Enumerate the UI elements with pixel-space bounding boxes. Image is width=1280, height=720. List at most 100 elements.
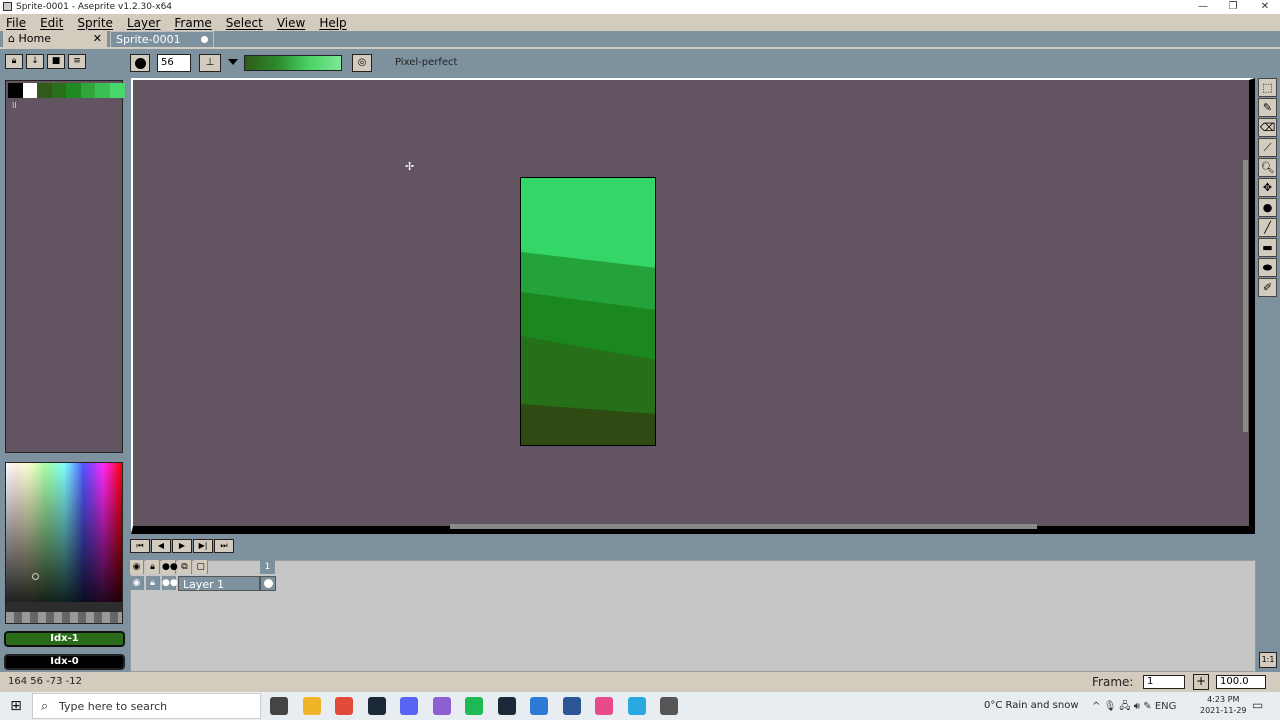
clock[interactable]: 4:23 PM 2021-11-29: [1200, 694, 1247, 716]
frame-header[interactable]: 1: [260, 560, 275, 574]
background-color-button[interactable]: Idx-0: [4, 654, 125, 670]
taskbar-app-icon[interactable]: [530, 697, 548, 715]
palette-swatch[interactable]: [22, 83, 38, 98]
maximize-button[interactable]: ❐: [1218, 0, 1248, 14]
line-icon[interactable]: ╱: [1258, 218, 1277, 237]
layer-continuous-icon[interactable]: ●●: [162, 576, 178, 590]
tray-icons[interactable]: 🎙︎ 🖧 🔊︎ ✎: [1104, 701, 1155, 712]
tray-chevron-icon[interactable]: ^: [1092, 701, 1104, 712]
taskbar-app-icon[interactable]: [465, 697, 483, 715]
layer-name[interactable]: Layer 1: [178, 576, 260, 591]
vertical-scrollbar[interactable]: [1243, 160, 1248, 432]
menu-edit[interactable]: Edit: [40, 16, 63, 30]
windows-start-icon[interactable]: ⊞: [0, 692, 32, 720]
square-icon[interactable]: ■: [47, 54, 65, 69]
taskbar-app-icon[interactable]: [497, 697, 516, 715]
title-bar: Sprite-0001 - Aseprite v1.2.30-x64 — ❐ ✕: [0, 0, 1280, 14]
blur-icon[interactable]: ✐: [1258, 278, 1277, 297]
taskbar-app-icon[interactable]: [367, 697, 386, 715]
canvas-editor[interactable]: [131, 78, 1255, 534]
play-icon[interactable]: ▶: [172, 539, 192, 553]
sprite-image[interactable]: [520, 177, 656, 446]
arrow-down-icon[interactable]: ↓: [26, 54, 44, 69]
zoom-reset-button[interactable]: 1:1: [1259, 652, 1277, 668]
continuous-header-icon[interactable]: ●●: [162, 560, 178, 574]
frame-field[interactable]: 1: [1143, 675, 1185, 689]
layer-lock-icon[interactable]: 🔒︎: [146, 576, 160, 590]
horizontal-scrollbar[interactable]: [450, 524, 1037, 529]
alpha-slider[interactable]: [6, 612, 122, 623]
menu-sprite[interactable]: Sprite: [77, 16, 113, 30]
tab-sprite[interactable]: Sprite-0001: [110, 31, 214, 47]
menu-file[interactable]: File: [6, 16, 26, 30]
palette-swatch[interactable]: [80, 83, 96, 98]
taskbar-app-icon[interactable]: [400, 697, 418, 715]
pixel-perfect-checkbox[interactable]: [381, 59, 389, 67]
color-spectrum[interactable]: [5, 462, 123, 624]
language-indicator[interactable]: ENG: [1155, 701, 1177, 712]
layer-visibility-icon[interactable]: ◉: [130, 576, 144, 590]
next-frame-icon[interactable]: ▶|: [193, 539, 213, 553]
palette-swatch[interactable]: [95, 83, 110, 98]
paint-bucket-icon[interactable]: ●: [1258, 198, 1277, 217]
ink-type-button[interactable]: ⊥: [199, 54, 221, 72]
menu-view[interactable]: View: [277, 16, 305, 30]
palette-swatch[interactable]: [109, 83, 125, 98]
taskbar-app-icon[interactable]: [432, 697, 451, 715]
tab-close-icon[interactable]: ✕: [93, 31, 102, 47]
brush-size-field[interactable]: 56: [157, 54, 191, 72]
taskbar-app-icon[interactable]: [562, 697, 581, 715]
menu-select[interactable]: Select: [226, 16, 263, 30]
notification-icon[interactable]: ▭: [1252, 698, 1263, 712]
weather-widget[interactable]: 0°C Rain and snow: [984, 700, 1079, 711]
palette-swatch[interactable]: [37, 83, 52, 98]
status-bar: [0, 672, 1280, 692]
ink-dropdown-icon[interactable]: [228, 59, 238, 65]
onion-skin-icon[interactable]: ▢: [194, 560, 208, 574]
gradient-color-bar[interactable]: [244, 55, 342, 71]
first-frame-icon[interactable]: ⏮: [130, 539, 150, 553]
zoom-field[interactable]: 100.0: [1216, 675, 1266, 689]
palette-swatch[interactable]: [8, 83, 23, 98]
eraser-icon[interactable]: ⌫: [1258, 118, 1277, 137]
lock-header-icon[interactable]: 🔒︎: [146, 560, 160, 574]
last-frame-icon[interactable]: ⏭: [214, 539, 234, 553]
pencil-icon[interactable]: ✎: [1258, 98, 1277, 117]
taskbar-app-icon[interactable]: [270, 697, 288, 715]
tab-home-label: Home: [18, 32, 51, 45]
cel[interactable]: [260, 576, 276, 591]
pixel-perfect-button[interactable]: ◎: [352, 54, 372, 72]
taskbar-search[interactable]: ⌕ Type here to search: [32, 693, 261, 719]
menu-layer[interactable]: Layer: [127, 16, 160, 30]
move-icon[interactable]: ✥: [1258, 178, 1277, 197]
rectangle-icon[interactable]: ▬: [1258, 238, 1277, 257]
ellipse-icon[interactable]: ⬬: [1258, 258, 1277, 277]
menu-help[interactable]: Help: [319, 16, 346, 30]
brush-type-button[interactable]: [130, 54, 150, 72]
palette-swatch[interactable]: [51, 83, 67, 98]
zoom-icon[interactable]: 🔍︎: [1258, 158, 1277, 177]
taskbar-app-icon[interactable]: [660, 697, 678, 715]
visibility-header-icon[interactable]: ◉: [130, 560, 144, 574]
modified-dot-icon[interactable]: [201, 36, 208, 43]
hue-slider[interactable]: [6, 602, 122, 612]
palette-swatch[interactable]: [66, 83, 81, 98]
clock-date: 2021-11-29: [1200, 706, 1247, 715]
foreground-color-button[interactable]: Idx-1: [4, 631, 125, 647]
group-header-icon[interactable]: ⧉: [178, 560, 192, 574]
rect-marquee-icon[interactable]: ⬚: [1258, 78, 1277, 97]
close-button[interactable]: ✕: [1250, 0, 1280, 14]
menu-lines-icon[interactable]: ≡: [68, 54, 86, 69]
lock-icon[interactable]: 🔒︎: [5, 54, 23, 69]
previous-frame-icon[interactable]: ◀: [151, 539, 171, 553]
minimize-button[interactable]: —: [1188, 0, 1218, 14]
menu-frame[interactable]: Frame: [174, 16, 211, 30]
taskbar-app-icon[interactable]: [302, 697, 321, 715]
taskbar-app-icon[interactable]: [627, 697, 646, 715]
taskbar-app-icon[interactable]: [335, 697, 353, 715]
tab-home[interactable]: ⌂ Home ✕: [3, 31, 107, 47]
color-picker-marker[interactable]: [32, 573, 39, 580]
eyedropper-icon[interactable]: ⟋: [1258, 138, 1277, 157]
new-frame-button[interactable]: +: [1193, 674, 1209, 690]
taskbar-app-icon[interactable]: [595, 697, 613, 715]
